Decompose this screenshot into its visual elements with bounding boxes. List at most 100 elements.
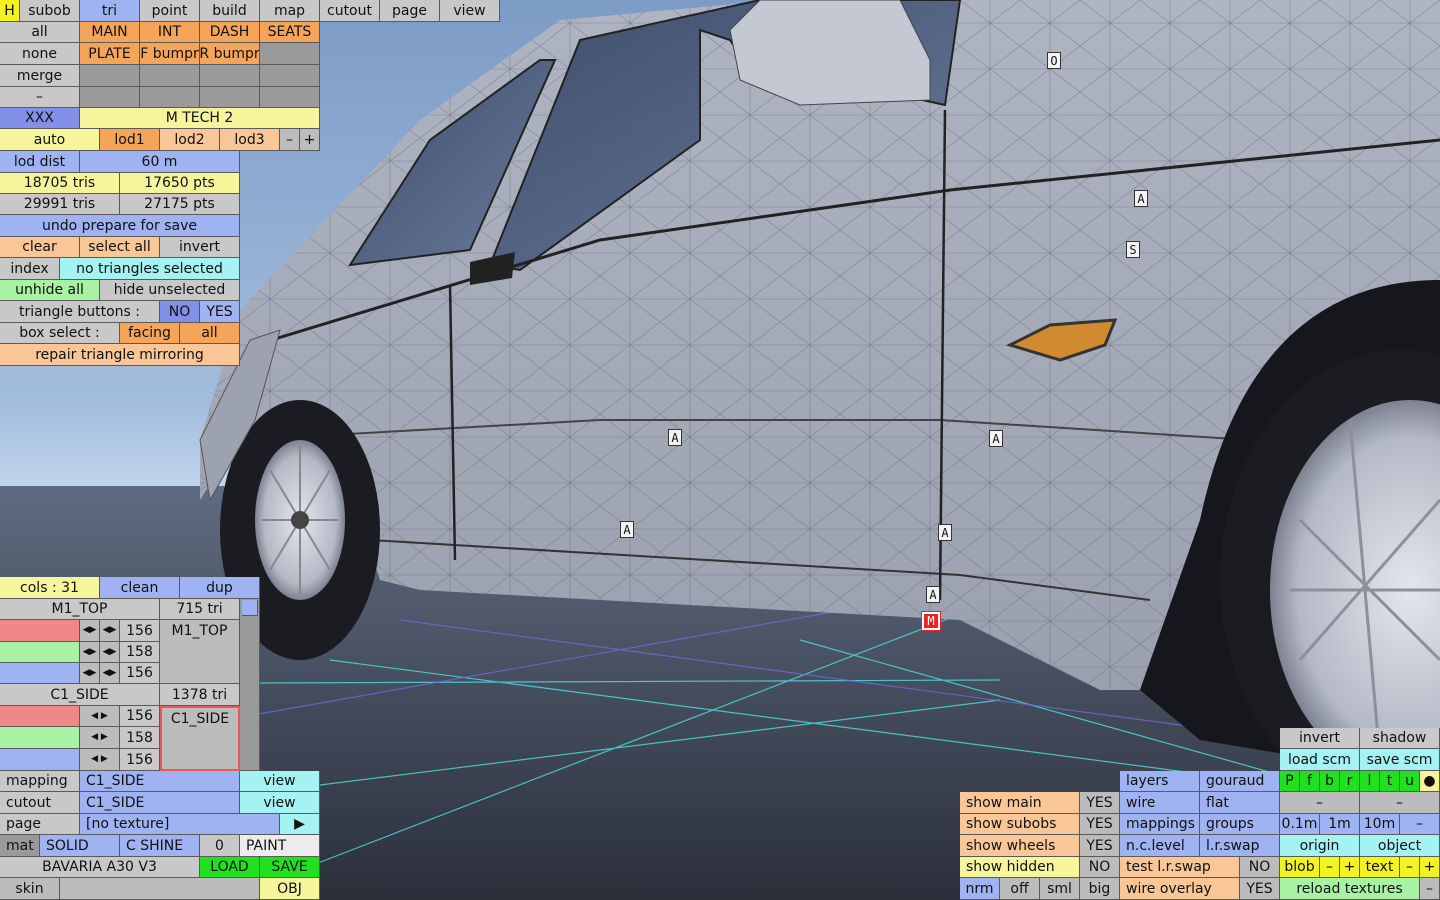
origin-button[interactable]: origin (1280, 835, 1360, 857)
subob-dash[interactable]: DASH (200, 22, 260, 43)
groups-button[interactable]: groups (1200, 814, 1280, 835)
tab-page[interactable]: page (380, 0, 440, 22)
subob-empty[interactable] (260, 65, 320, 87)
subob-empty[interactable] (80, 87, 140, 108)
red-value[interactable]: 156 (120, 620, 160, 642)
view-t-button[interactable]: t (1380, 771, 1400, 792)
tab-cutout[interactable]: cutout (320, 0, 380, 22)
show-wheels-label[interactable]: show wheels (960, 835, 1080, 857)
lr-swap-button[interactable]: l.r.swap (1200, 835, 1280, 857)
test-lr-swap-label[interactable]: test l.r.swap (1120, 857, 1240, 878)
wire-overlay-label[interactable]: wire overlay (1120, 878, 1240, 900)
select-all-subobs-button[interactable]: all (0, 22, 80, 43)
tab-point[interactable]: point (140, 0, 200, 22)
mat-paint[interactable]: PAINT (240, 835, 320, 857)
repair-mirroring-button[interactable]: repair triangle mirroring (0, 344, 240, 366)
select-all-button[interactable]: select all (80, 237, 160, 258)
subob-empty[interactable] (260, 43, 320, 65)
invert-selection-button[interactable]: invert (160, 237, 240, 258)
material-name[interactable]: C1_SIDE (0, 684, 160, 706)
text-button[interactable]: text (1360, 857, 1400, 878)
show-wheels-value[interactable]: YES (1080, 835, 1120, 857)
undo-prepare-button[interactable]: undo prepare for save (0, 215, 240, 237)
text-minus-button[interactable]: – (1400, 857, 1420, 878)
dot-icon[interactable]: ● (1420, 771, 1440, 792)
view-l-button[interactable]: l (1360, 771, 1380, 792)
blob-plus-button[interactable]: + (1340, 857, 1360, 878)
clean-button[interactable]: clean (100, 577, 180, 599)
view-f-button[interactable]: f (1300, 771, 1320, 792)
subob-r-bumpr[interactable]: R bumpr (200, 43, 260, 65)
increment-icon[interactable]: ◀▶ (100, 642, 120, 663)
decrement-icon[interactable]: ◀▶ (80, 620, 100, 642)
tab-view[interactable]: view (440, 0, 500, 22)
selection-marker[interactable]: S (1126, 241, 1140, 258)
reload-minus-button[interactable]: – (1420, 878, 1440, 900)
green-slider[interactable] (0, 642, 80, 663)
minus-button[interactable]: – (1280, 792, 1360, 814)
green-value[interactable]: 158 (120, 727, 160, 749)
selection-marker[interactable]: A (668, 429, 682, 446)
selection-marker[interactable]: A (926, 586, 940, 603)
material-preview-selected[interactable]: C1_SIDE (160, 706, 240, 771)
subob-empty[interactable] (200, 87, 260, 108)
view-r-button[interactable]: r (1340, 771, 1360, 792)
red-slider[interactable] (0, 620, 80, 642)
mapping-value[interactable]: C1_SIDE (80, 771, 240, 792)
arrows-icon[interactable]: ◀ ▶ (80, 749, 120, 771)
blob-minus-button[interactable]: – (1320, 857, 1340, 878)
select-none-button[interactable]: none (0, 43, 80, 65)
show-subobs-value[interactable]: YES (1080, 814, 1120, 835)
increment-icon[interactable]: ◀▶ (100, 620, 120, 642)
arrows-icon[interactable]: ◀ ▶ (80, 706, 120, 727)
merge-button[interactable]: merge (0, 65, 80, 87)
grid-0-1m-button[interactable]: 0.1m (1280, 814, 1320, 835)
grid-10m-button[interactable]: 10m (1360, 814, 1400, 835)
triangle-buttons-yes[interactable]: YES (200, 301, 240, 323)
load-scm-button[interactable]: load scm (1280, 749, 1360, 771)
gouraud-button[interactable]: gouraud (1200, 771, 1280, 792)
show-main-value[interactable]: YES (1080, 792, 1120, 814)
subob-empty[interactable] (80, 65, 140, 87)
index-button[interactable]: index (0, 258, 60, 280)
box-select-facing[interactable]: facing (120, 323, 180, 344)
lod-auto-button[interactable]: auto (0, 129, 100, 151)
dup-button[interactable]: dup (180, 577, 260, 599)
mat-solid[interactable]: SOLID (40, 835, 120, 857)
blue-value[interactable]: 156 (120, 663, 160, 684)
selection-marker[interactable]: A (1134, 190, 1148, 207)
view-p-button[interactable]: P (1280, 771, 1300, 792)
increment-icon[interactable]: ◀▶ (100, 663, 120, 684)
lod1-button[interactable]: lod1 (100, 129, 160, 151)
subob-main[interactable]: MAIN (80, 22, 140, 43)
layers-button[interactable]: layers (1120, 771, 1200, 792)
big-button[interactable]: big (1080, 878, 1120, 900)
off-button[interactable]: off (1000, 878, 1040, 900)
view-b-button[interactable]: b (1320, 771, 1340, 792)
h-button[interactable]: H (0, 0, 20, 22)
save-button[interactable]: SAVE (260, 857, 320, 878)
selection-marker[interactable]: A (620, 521, 634, 538)
grid-minus-button[interactable]: – (1400, 814, 1440, 835)
decrement-icon[interactable]: ◀▶ (80, 642, 100, 663)
flat-button[interactable]: flat (1200, 792, 1280, 814)
page-value[interactable]: [no texture] (80, 814, 280, 835)
subob-plate[interactable]: PLATE (80, 43, 140, 65)
red-value[interactable]: 156 (120, 706, 160, 727)
mappings-button[interactable]: mappings (1120, 814, 1200, 835)
grid-1m-button[interactable]: 1m (1320, 814, 1360, 835)
tab-build[interactable]: build (200, 0, 260, 22)
lod-dist-value[interactable]: 60 m (80, 151, 240, 173)
material-name[interactable]: M1_TOP (0, 599, 160, 620)
subob-empty[interactable] (200, 65, 260, 87)
skin-field[interactable] (60, 878, 260, 900)
box-select-all[interactable]: all (180, 323, 240, 344)
wire-overlay-value[interactable]: YES (1240, 878, 1280, 900)
selection-marker[interactable]: A (989, 430, 1003, 447)
test-lr-swap-value[interactable]: NO (1240, 857, 1280, 878)
lod-plus-button[interactable]: + (300, 129, 320, 151)
dash-button[interactable]: – (0, 87, 80, 108)
save-scm-button[interactable]: save scm (1360, 749, 1440, 771)
arrows-icon[interactable]: ◀ ▶ (80, 727, 120, 749)
sml-button[interactable]: sml (1040, 878, 1080, 900)
